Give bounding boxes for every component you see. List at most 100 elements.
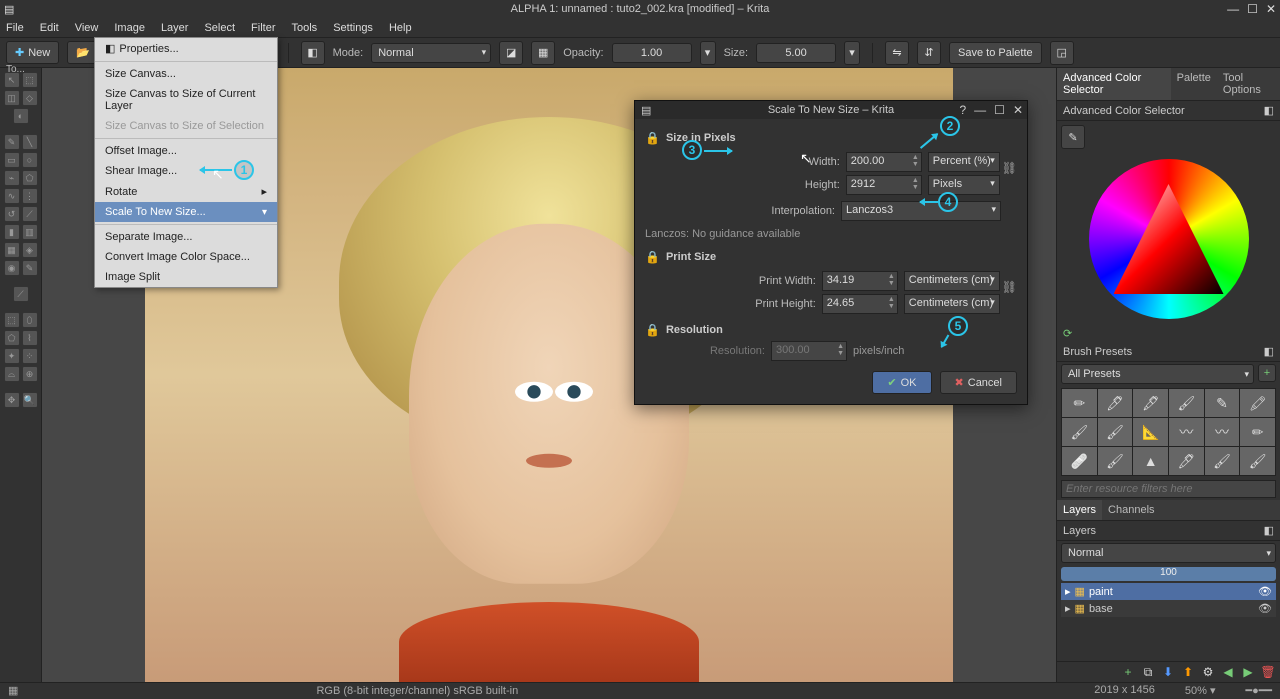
brush-preset[interactable]: ✎: [1205, 389, 1240, 417]
fill-tool[interactable]: ▮: [4, 224, 20, 240]
props-icon[interactable]: ⚙: [1200, 664, 1216, 680]
rect-tool[interactable]: ▭: [4, 152, 20, 168]
select-contig-tool[interactable]: ✦: [4, 348, 20, 364]
polyline-tool[interactable]: ⌁: [4, 170, 20, 186]
print-width-unit-select[interactable]: Centimeters (cm): [904, 271, 1000, 291]
picker-tool[interactable]: ◉: [4, 260, 20, 276]
mi-scale-to-new-size[interactable]: Scale To New Size...▾: [95, 202, 277, 222]
swatch-icon[interactable]: ▦: [8, 684, 18, 697]
pan-tool[interactable]: ✥: [4, 392, 20, 408]
line-tool[interactable]: ╲: [22, 134, 38, 150]
height-unit-select[interactable]: Pixels: [928, 175, 1000, 195]
measure-tool[interactable]: ⟋: [22, 206, 38, 222]
brush-preset[interactable]: ✏: [1240, 418, 1275, 446]
brush-tool[interactable]: ✎: [4, 134, 20, 150]
mi-properties[interactable]: ◧Properties...: [95, 38, 277, 59]
menu-settings[interactable]: Settings: [333, 22, 373, 34]
acs-float-icon[interactable]: ◧: [1264, 104, 1274, 117]
mi-image-split[interactable]: Image Split: [95, 267, 277, 287]
select-rect-tool[interactable]: ⬚: [4, 312, 20, 328]
dialog-menu-icon[interactable]: ▤: [641, 104, 651, 117]
menu-help[interactable]: Help: [389, 22, 412, 34]
lock-icon[interactable]: 🔒: [645, 323, 660, 337]
print-height-unit-select[interactable]: Centimeters (cm): [904, 294, 1000, 314]
preset-category-select[interactable]: All Presets: [1061, 364, 1254, 384]
polygon-tool[interactable]: ⬠: [22, 170, 38, 186]
blend-mode-select[interactable]: Normal: [371, 43, 491, 63]
select-path-tool[interactable]: ⌇: [22, 330, 38, 346]
preset-filter-input[interactable]: [1061, 480, 1276, 498]
menu-layer[interactable]: Layer: [161, 22, 189, 34]
brush-options-icon[interactable]: ◧: [301, 41, 325, 65]
brush-preset[interactable]: ✏: [1062, 389, 1097, 417]
zoom-slider[interactable]: ━●━━: [1245, 684, 1272, 697]
mi-offset-image[interactable]: Offset Image...: [95, 141, 277, 161]
minimize-icon[interactable]: —: [1227, 2, 1239, 16]
select-outline-tool[interactable]: ⬯: [22, 312, 38, 328]
layer-row[interactable]: ▸▦paint👁: [1061, 583, 1276, 600]
tab-channels[interactable]: Channels: [1102, 500, 1160, 520]
acs-settings-icon[interactable]: ✎: [1061, 125, 1085, 149]
dialog-min-icon[interactable]: —: [974, 103, 986, 117]
lock-icon[interactable]: 🔒: [645, 250, 660, 264]
pattern-tool[interactable]: ▦: [4, 242, 20, 258]
size-arrow-icon[interactable]: ▾: [844, 41, 860, 65]
multi-tool[interactable]: ⋮: [22, 188, 38, 204]
zoom-tool[interactable]: 🔍: [22, 392, 38, 408]
select-bezier-tool[interactable]: ⌓: [4, 366, 20, 382]
menu-edit[interactable]: Edit: [40, 22, 59, 34]
print-width-input[interactable]: 34.19▲▼: [822, 271, 898, 291]
add-preset-icon[interactable]: +: [1258, 364, 1276, 382]
mi-size-canvas[interactable]: Size Canvas...: [95, 64, 277, 84]
select-mag-tool[interactable]: ⊕: [22, 366, 38, 382]
layers-float-icon[interactable]: ◧: [1264, 524, 1274, 537]
workspace-icon[interactable]: ◲: [1050, 41, 1074, 65]
brush-preset[interactable]: 🖍: [1240, 389, 1275, 417]
refresh-icon[interactable]: ⟳: [1063, 328, 1072, 340]
move-down-icon[interactable]: ⬇: [1160, 664, 1176, 680]
cancel-button[interactable]: ✖Cancel: [940, 371, 1017, 394]
gradient-tool[interactable]: ▥: [22, 224, 38, 240]
brush-preset[interactable]: 🩹: [1062, 447, 1097, 475]
brush-preset[interactable]: 🖌: [1240, 447, 1275, 475]
dialog-close-icon[interactable]: ✕: [1013, 103, 1023, 117]
link-icon[interactable]: ⛓: [1002, 280, 1017, 294]
zoom-level[interactable]: 50% ▾: [1185, 684, 1216, 697]
brush-preset[interactable]: 🖊: [1098, 389, 1133, 417]
brush-preset[interactable]: 🖌: [1062, 418, 1097, 446]
menu-file[interactable]: File: [6, 22, 24, 34]
color-picker-tool[interactable]: ◐: [13, 108, 29, 124]
prev-icon[interactable]: ◀: [1220, 664, 1236, 680]
select-similar-tool[interactable]: ⁘: [22, 348, 38, 364]
mi-size-canvas-layer[interactable]: Size Canvas to Size of Current Layer: [95, 84, 277, 116]
mi-separate-image[interactable]: Separate Image...: [95, 227, 277, 247]
width-input[interactable]: 200.00▲▼: [846, 152, 922, 172]
shape-tool[interactable]: ◇: [22, 90, 38, 106]
mirror-v-icon[interactable]: ⇵: [917, 41, 941, 65]
tab-acs[interactable]: Advanced Color Selector: [1057, 68, 1171, 100]
width-unit-select[interactable]: Percent (%): [928, 152, 1000, 172]
crop-tool[interactable]: ◫: [4, 90, 20, 106]
next-icon[interactable]: ▶: [1240, 664, 1256, 680]
alpha-lock-icon[interactable]: ▦: [531, 41, 555, 65]
ellipse-tool[interactable]: ○: [22, 152, 38, 168]
size-field[interactable]: 5.00: [756, 43, 836, 63]
duplicate-layer-icon[interactable]: ⧉: [1140, 664, 1156, 680]
dialog-help-icon[interactable]: ?: [959, 103, 966, 117]
maximize-icon[interactable]: ☐: [1247, 2, 1258, 16]
brush-preset[interactable]: 🖌: [1169, 389, 1204, 417]
lock-icon[interactable]: 🔒: [645, 131, 660, 145]
mi-rotate[interactable]: Rotate▸: [95, 181, 277, 202]
tab-palette[interactable]: Palette: [1171, 68, 1217, 100]
brush-preset[interactable]: 📐: [1133, 418, 1168, 446]
mirror-h-icon[interactable]: ⇋: [885, 41, 909, 65]
link-icon[interactable]: ⛓: [1002, 161, 1017, 175]
layer-row[interactable]: ▸▦base👁: [1061, 600, 1276, 617]
brush-preset[interactable]: 🖋: [1133, 389, 1168, 417]
select-poly-tool[interactable]: ⬠: [4, 330, 20, 346]
brush-preset[interactable]: ▲: [1133, 447, 1168, 475]
tab-tool-options[interactable]: Tool Options: [1217, 68, 1280, 100]
opacity-field[interactable]: 1.00: [612, 43, 692, 63]
deform-tool[interactable]: ↺: [4, 206, 20, 222]
mi-convert-colorspace[interactable]: Convert Image Color Space...: [95, 247, 277, 267]
